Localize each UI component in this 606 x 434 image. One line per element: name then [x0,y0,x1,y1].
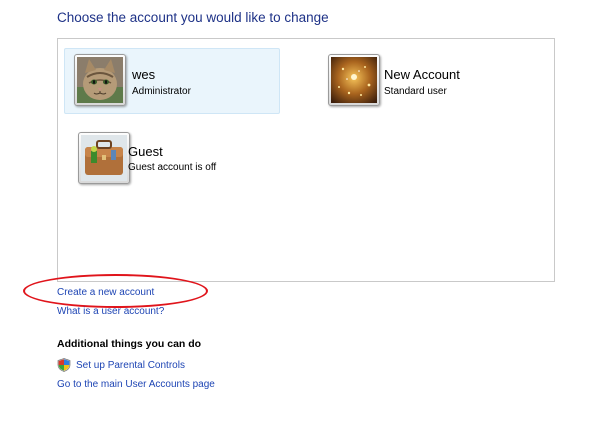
account-type: Administrator [132,86,191,97]
account-name: wes [132,67,156,82]
account-tile-guest[interactable]: Guest Guest account is off [74,127,296,193]
security-shield-icon [57,358,71,372]
account-picture-frame [74,54,126,106]
account-tile-new-account[interactable]: New Account Standard user [322,48,538,114]
account-name: New Account [384,67,460,82]
account-tile-wes[interactable]: wes Administrator [64,48,280,114]
account-picture-frame [328,54,380,106]
parental-controls-link[interactable]: Set up Parental Controls [76,360,185,371]
account-type: Guest account is off [128,162,217,173]
kitten-picture [77,57,123,103]
what-is-user-account-link[interactable]: What is a user account? [57,306,164,317]
user-accounts-page: Choose the account you would like to cha… [0,0,606,434]
briefcase-picture [81,135,127,181]
create-account-link[interactable]: Create a new account [57,287,154,298]
page-title: Choose the account you would like to cha… [57,10,329,25]
sparkle-picture [331,57,377,103]
accounts-list: wes Administrator New Account Standard u… [57,38,555,282]
account-type: Standard user [384,86,447,97]
additional-tasks-heading: Additional things you can do [57,338,202,350]
main-user-accounts-link[interactable]: Go to the main User Accounts page [57,379,215,390]
account-name: Guest [128,144,163,159]
account-picture-frame [78,132,130,184]
